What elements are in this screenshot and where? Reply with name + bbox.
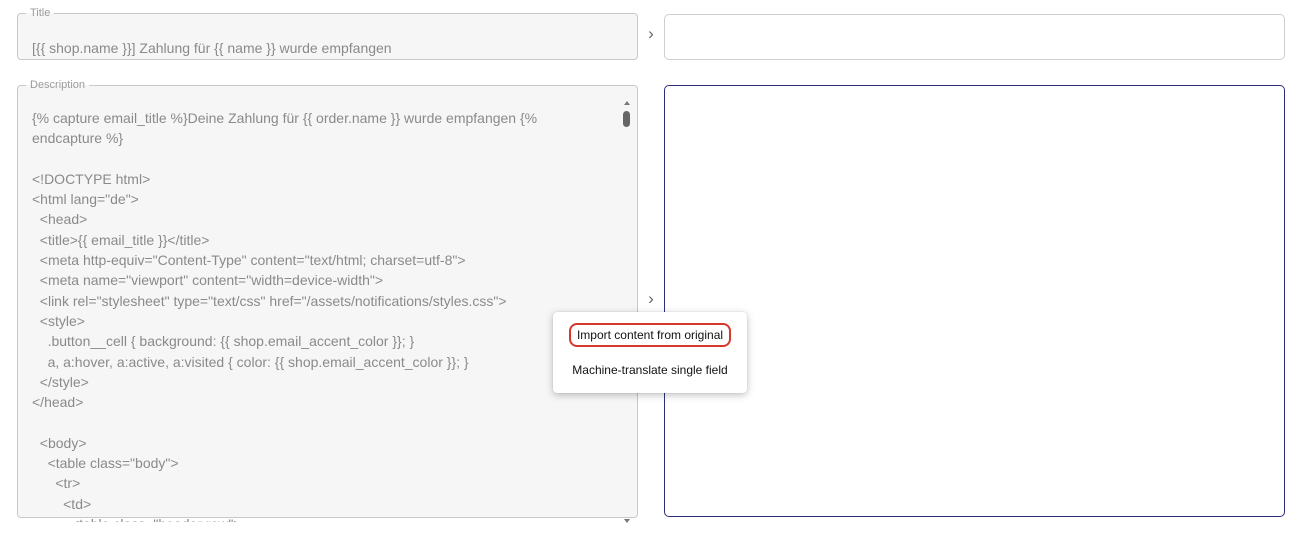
scroll-down-arrow-icon[interactable] — [624, 519, 630, 523]
field-context-menu: Import content from original Machine-tra… — [553, 312, 747, 393]
description-source-field[interactable]: Description {% capture email_title %}Dei… — [17, 79, 638, 523]
description-translation-input[interactable] — [664, 85, 1285, 517]
description-copy-chevron-icon[interactable]: › — [644, 290, 658, 307]
title-translation-input[interactable] — [664, 14, 1285, 60]
machine-translate-menu-item[interactable]: Machine-translate single field — [553, 358, 747, 382]
description-field-legend: Description — [30, 79, 86, 91]
scrollbar-thumb[interactable] — [623, 111, 630, 127]
description-source-value: {% capture email_title %}Deine Zahlung f… — [32, 110, 538, 522]
import-content-menu-item[interactable]: Import content from original — [553, 323, 747, 347]
import-content-label: Import content from original — [568, 323, 732, 347]
title-field-legend: Title — [30, 7, 51, 19]
machine-translate-label: Machine-translate single field — [572, 363, 728, 377]
title-source-value: [{{ shop.name }}] Zahlung für {{ name }}… — [32, 40, 392, 56]
title-copy-chevron-icon[interactable]: › — [644, 25, 658, 42]
scroll-up-arrow-icon[interactable] — [624, 101, 630, 105]
title-source-field[interactable]: Title [{{ shop.name }}] Zahlung für {{ n… — [17, 8, 638, 60]
